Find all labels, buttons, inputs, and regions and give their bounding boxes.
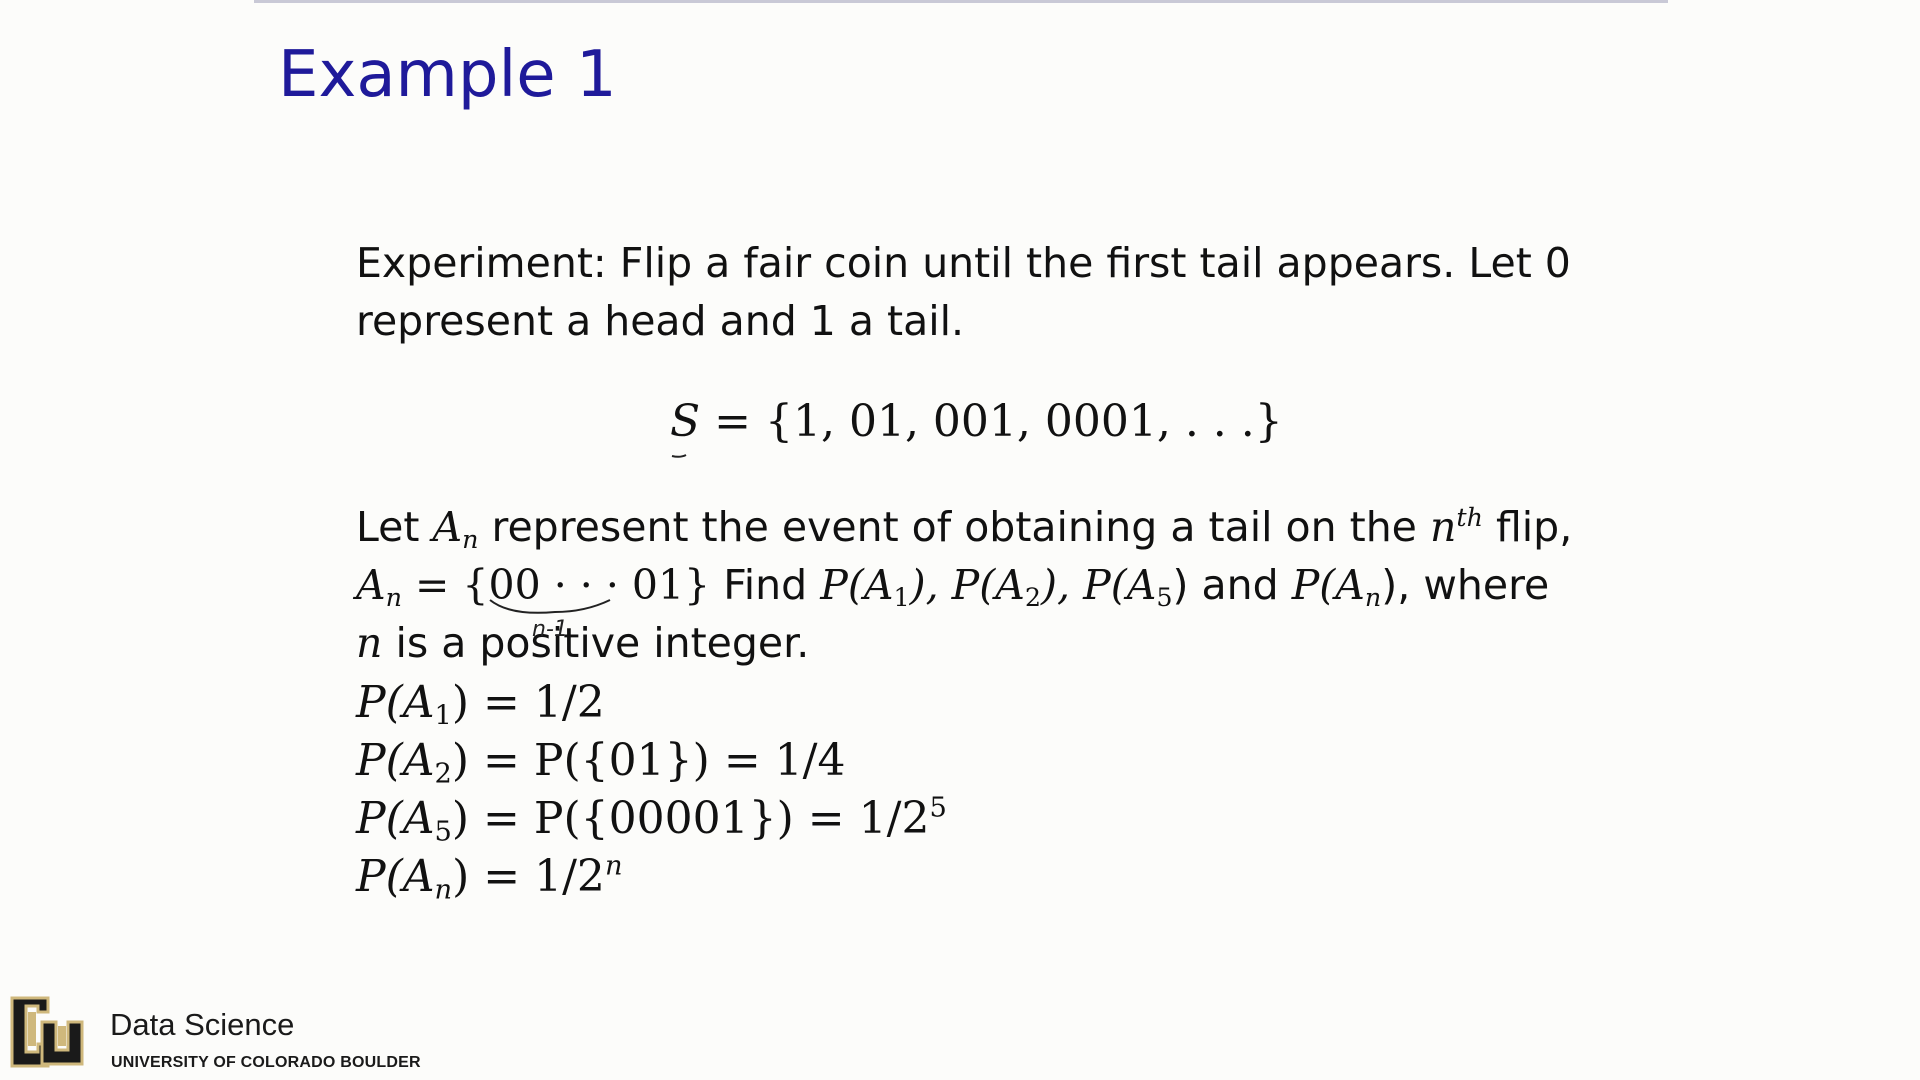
answer-2: P(A2) = P({01}) = 1/4 [356,735,846,790]
cu-logo-icon [10,996,84,1068]
intro-line-2: represent a head and 1 a tail. [356,297,965,345]
event-line-3: n is a positive integer. [356,619,810,667]
brand-name: Data Science [110,1007,295,1042]
answer-5: P(A5) = P({00001}) = 1/25 [356,792,947,848]
sample-space-symbol: S [670,396,701,447]
intro-paragraph: Experiment: Flip a fair coin until the f… [356,234,1571,350]
event-line-1: Let An represent the event of obtaining … [356,501,1573,555]
answer-n: P(An) = 1/2n [356,850,623,906]
event-paragraph: Let An represent the event of obtaining … [356,498,1572,672]
brand-university: UNIVERSITY OF COLORADO BOULDER [111,1054,421,1071]
top-rule [254,0,1668,3]
slide: Example 1 Experiment: Flip a fair coin u… [0,0,1920,1080]
event-line-2: An = {00 · · · 01} Find P(A1), P(A2), P(… [356,561,1550,613]
intro-line-1: Experiment: Flip a fair coin until the f… [356,239,1571,287]
answer-1: P(A1) = 1/2 [356,677,605,732]
s-underline-mark [671,454,687,458]
sample-space-set: = {1, 01, 001, 0001, . . .} [714,396,1283,447]
sample-space-equation: S = {1, 01, 001, 0001, . . .} [670,396,1283,447]
slide-title: Example 1 [278,38,617,112]
answers-block: P(A1) = 1/2 P(A2) = P({01}) = 1/4 P(A5) … [356,674,947,906]
